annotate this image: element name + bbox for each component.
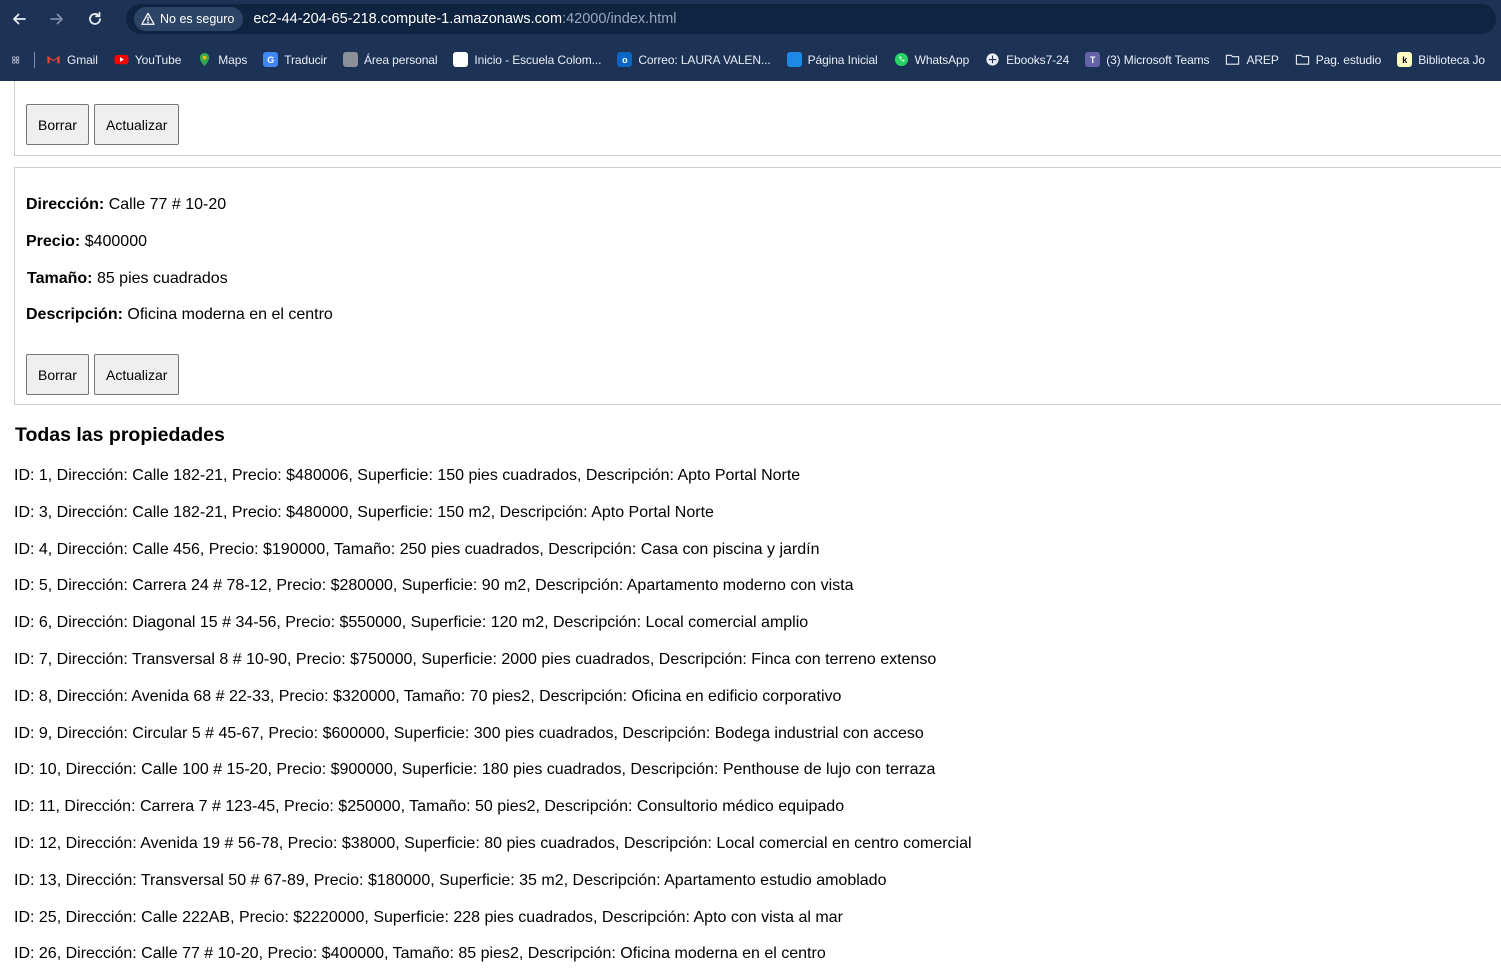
youtube-icon bbox=[114, 52, 129, 67]
bookmark-label: AREP bbox=[1246, 52, 1279, 67]
update-button[interactable]: Actualizar bbox=[94, 354, 180, 395]
list-item: ID: 6, Dirección: Diagonal 15 # 34-56, P… bbox=[14, 614, 809, 632]
bookmark-escuela[interactable]: Inicio - Escuela Colom... bbox=[453, 52, 601, 67]
description-label: Descripción: bbox=[26, 306, 123, 323]
ebooks-icon bbox=[985, 52, 1000, 67]
browser-chrome: No es seguro ec2-44-204-65-218.compute-1… bbox=[0, 0, 1501, 81]
update-button[interactable]: Actualizar bbox=[94, 104, 180, 145]
property-card-partial: Borrar Actualizar bbox=[14, 81, 1501, 156]
bookmark-pag-estudio[interactable]: Pag. estudio bbox=[1295, 52, 1382, 67]
folder-icon bbox=[1295, 52, 1310, 67]
apps-grid-icon[interactable] bbox=[12, 52, 20, 68]
address-value: Calle 77 # 10-20 bbox=[108, 196, 227, 213]
list-item: ID: 4, Dirección: Calle 456, Precio: $19… bbox=[14, 540, 820, 558]
bookmark-label: Maps bbox=[218, 52, 248, 67]
url-path: :42000/index.html bbox=[562, 11, 677, 27]
bookmark-label: Ebooks7-24 bbox=[1006, 52, 1070, 67]
arrow-right-icon bbox=[50, 13, 63, 25]
size-field: Tamaño: 85 pies cuadrados bbox=[27, 270, 228, 288]
property-card: Dirección: Calle 77 # 10-20 Precio: $400… bbox=[14, 167, 1501, 405]
bookmark-label: Traducir bbox=[284, 52, 327, 67]
url-host: ec2-44-204-65-218.compute-1.amazonaws.co… bbox=[253, 11, 563, 27]
properties-list: ID: 1, Dirección: Calle 182-21, Precio: … bbox=[14, 467, 972, 974]
bookmark-label: Página Inicial bbox=[807, 52, 878, 67]
whatsapp-icon bbox=[894, 52, 909, 67]
bookmark-pagina-inicial[interactable]: Página Inicial bbox=[786, 52, 878, 67]
reload-icon bbox=[89, 11, 101, 25]
bookmark-area-personal[interactable]: Área personal bbox=[343, 52, 438, 67]
delete-button[interactable]: Borrar bbox=[26, 354, 89, 395]
gmail-icon bbox=[46, 52, 61, 67]
list-item: ID: 11, Dirección: Carrera 7 # 123-45, P… bbox=[14, 798, 845, 816]
price-value: $400000 bbox=[84, 233, 147, 250]
bookmark-label: Gmail bbox=[66, 52, 98, 67]
arrow-left-icon bbox=[13, 13, 26, 25]
back-button[interactable] bbox=[8, 8, 30, 30]
bookmarks-bar: Gmail YouTube Maps G Traducir Área perso… bbox=[0, 38, 1501, 81]
address-label: Dirección: bbox=[26, 196, 105, 213]
bookmark-label: Correo: LAURA VALEN... bbox=[638, 52, 771, 67]
price-label: Precio: bbox=[26, 233, 81, 250]
section-title: Todas las propiedades bbox=[15, 424, 225, 446]
bookmark-biblioteca[interactable]: k Biblioteca Jo bbox=[1397, 52, 1485, 67]
bookmark-label: YouTube bbox=[134, 52, 182, 67]
security-label: No es seguro bbox=[160, 12, 235, 26]
description-field: Descripción: Oficina moderna en el centr… bbox=[26, 306, 333, 324]
folder-icon bbox=[1225, 52, 1240, 67]
price-field: Precio: $400000 bbox=[26, 233, 147, 251]
list-item: ID: 1, Dirección: Calle 182-21, Precio: … bbox=[14, 467, 801, 484]
bookmark-maps[interactable]: Maps bbox=[197, 52, 247, 67]
pagina-inicial-icon bbox=[786, 52, 802, 67]
bookmark-whatsapp[interactable]: WhatsApp bbox=[894, 52, 970, 67]
list-item: ID: 13, Dirección: Transversal 50 # 67-8… bbox=[14, 871, 887, 889]
list-item: ID: 3, Dirección: Calle 182-21, Precio: … bbox=[14, 503, 714, 521]
description-value: Oficina moderna en el centro bbox=[127, 306, 333, 323]
browser-toolbar: No es seguro ec2-44-204-65-218.compute-1… bbox=[0, 0, 1501, 38]
bookmark-label: WhatsApp bbox=[914, 52, 970, 67]
list-item: ID: 26, Dirección: Calle 77 # 10-20, Pre… bbox=[14, 945, 826, 963]
forward-button[interactable] bbox=[46, 8, 68, 30]
area-personal-icon bbox=[343, 52, 358, 67]
bookmark-label: Biblioteca Jo bbox=[1418, 52, 1485, 67]
outlook-icon: o bbox=[617, 52, 633, 67]
bookmark-label: (3) Microsoft Teams bbox=[1106, 52, 1210, 67]
maps-icon bbox=[197, 52, 212, 67]
bookmark-youtube[interactable]: YouTube bbox=[114, 52, 181, 67]
bookmark-arep[interactable]: AREP bbox=[1225, 52, 1279, 67]
size-value: 85 pies cuadrados bbox=[96, 270, 228, 287]
address-field: Dirección: Calle 77 # 10-20 bbox=[26, 196, 226, 214]
teams-icon: T bbox=[1085, 52, 1101, 67]
bookmark-teams[interactable]: T (3) Microsoft Teams bbox=[1085, 52, 1210, 67]
address-bar[interactable]: No es seguro ec2-44-204-65-218.compute-1… bbox=[126, 4, 1496, 34]
translate-icon: G bbox=[263, 52, 279, 67]
bookmark-gmail[interactable]: Gmail bbox=[46, 52, 98, 67]
biblioteca-icon: k bbox=[1397, 52, 1413, 67]
list-item: ID: 25, Dirección: Calle 222AB, Precio: … bbox=[14, 908, 843, 926]
list-item: ID: 8, Dirección: Avenida 68 # 22-33, Pr… bbox=[14, 687, 842, 705]
bookmark-label: Inicio - Escuela Colom... bbox=[474, 52, 602, 67]
bookmark-label: Área personal bbox=[364, 52, 438, 67]
delete-button[interactable]: Borrar bbox=[26, 104, 89, 145]
warning-icon bbox=[141, 12, 155, 25]
list-item: ID: 7, Dirección: Transversal 8 # 10-90,… bbox=[14, 650, 937, 668]
list-item: ID: 9, Dirección: Circular 5 # 45-67, Pr… bbox=[14, 724, 924, 742]
list-item: ID: 12, Dirección: Avenida 19 # 56-78, P… bbox=[14, 834, 972, 852]
list-item: ID: 10, Dirección: Calle 100 # 15-20, Pr… bbox=[14, 761, 936, 779]
security-indicator[interactable]: No es seguro bbox=[134, 7, 244, 31]
size-label: Tamaño: bbox=[27, 270, 93, 287]
list-item: ID: 5, Dirección: Carrera 24 # 78-12, Pr… bbox=[14, 577, 854, 595]
reload-button[interactable] bbox=[84, 8, 106, 30]
bookmark-ebooks[interactable]: Ebooks7-24 bbox=[985, 52, 1069, 67]
bookmark-label: Pag. estudio bbox=[1315, 52, 1382, 67]
bookmark-correo[interactable]: o Correo: LAURA VALEN... bbox=[617, 52, 771, 67]
bookmark-traducir[interactable]: G Traducir bbox=[263, 52, 327, 67]
page-content: Borrar Actualizar Dirección: Calle 77 # … bbox=[0, 81, 1501, 974]
escuela-icon bbox=[453, 52, 469, 67]
